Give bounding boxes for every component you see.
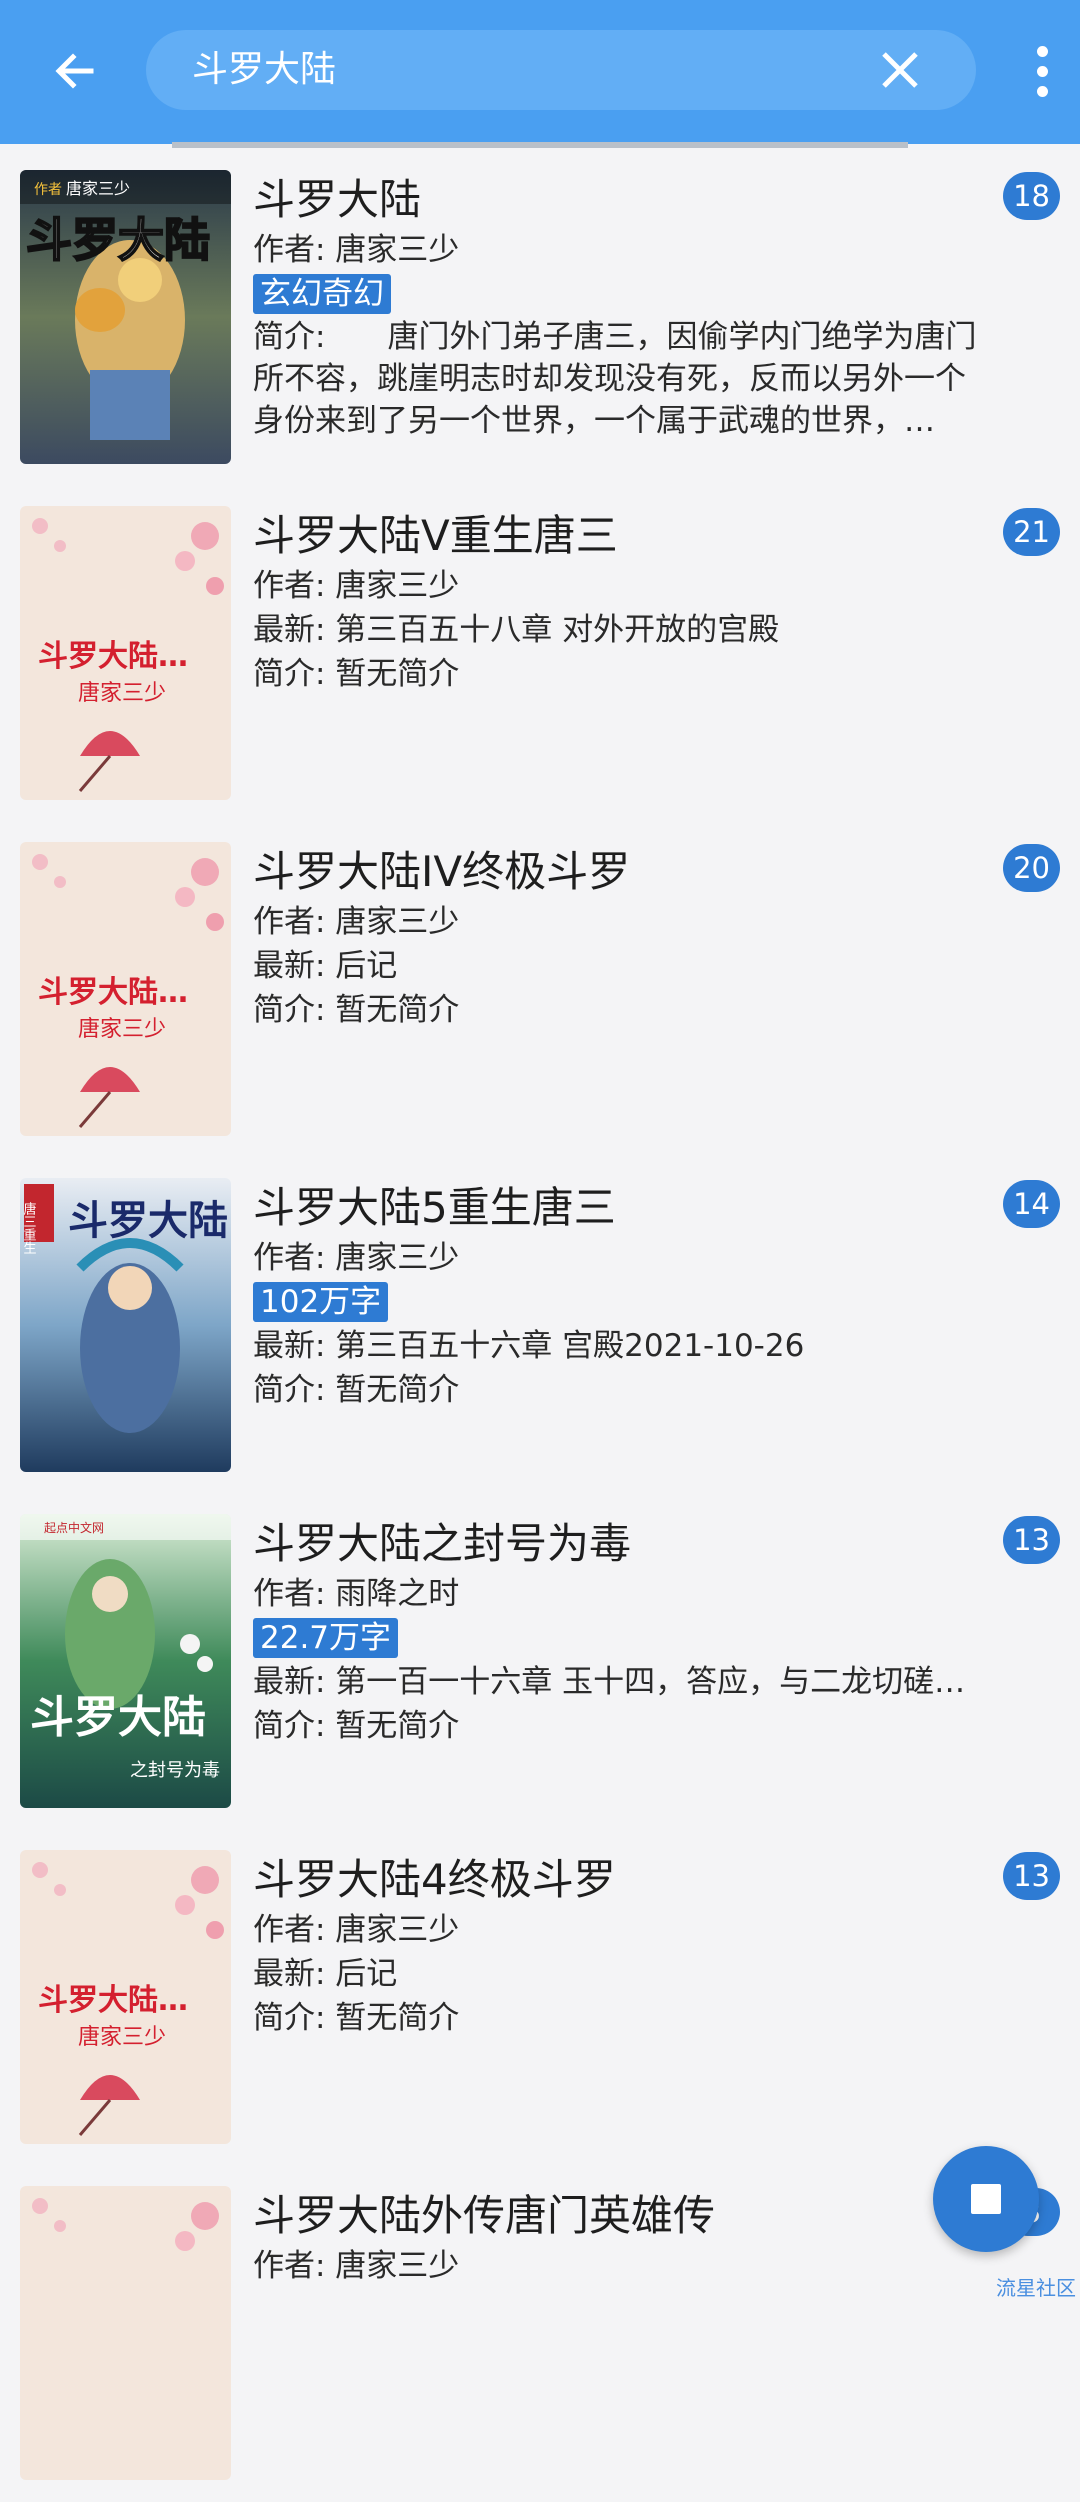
book-cover: 起点中文网 斗罗大陆 之封号为毒 xyxy=(20,1514,231,1808)
cover-title: 斗罗大陆… xyxy=(38,1983,188,2018)
source-count-badge: 14 xyxy=(1003,1180,1060,1228)
more-options-button[interactable] xyxy=(1022,36,1062,106)
book-title: 斗罗大陆5重生唐三 xyxy=(253,1183,616,1232)
cover-title: 斗罗大陆… xyxy=(38,639,188,674)
book-title: 斗罗大陆外传唐门英雄传 xyxy=(253,2191,716,2240)
close-icon xyxy=(882,52,918,88)
search-input[interactable]: 斗罗大陆 xyxy=(192,30,336,110)
book-latest-chapter: 最新: 第一百一十六章 玉十四，答应，与二龙切磋… xyxy=(253,1664,966,1700)
book-latest-chapter: 最新: 第三百五十六章 宫殿2021-10-26 xyxy=(253,1328,805,1364)
stop-search-button[interactable] xyxy=(933,2146,1039,2252)
back-button[interactable] xyxy=(40,36,110,106)
cover-title: 斗罗大陆… xyxy=(38,975,188,1010)
book-cover: 斗罗大陆… 唐家三少 xyxy=(20,1850,231,2144)
app-bar: 斗罗大陆 xyxy=(0,0,1080,144)
list-item[interactable]: 起点中文网 斗罗大陆 之封号为毒 斗罗大陆之封号为毒 作者: 雨降之时 22.7… xyxy=(0,1494,1080,1830)
cover-author-prefix: 作者 xyxy=(34,181,62,197)
book-intro: 简介: 暂无简介 xyxy=(253,2000,460,2036)
list-item[interactable]: 斗罗大陆外传唐门英雄传 作者: 唐家三少 3 xyxy=(0,2166,1080,2502)
list-item[interactable]: 斗罗大陆… 唐家三少 斗罗大陆4终极斗罗 作者: 唐家三少 最新: 后记 简介:… xyxy=(0,1830,1080,2166)
book-latest-chapter: 最新: 后记 xyxy=(253,1956,398,1992)
book-author: 作者: 雨降之时 xyxy=(253,1576,460,1612)
book-word-count-tag: 102万字 xyxy=(253,1282,389,1322)
book-word-count-tag: 22.7万字 xyxy=(253,1618,399,1658)
list-item[interactable]: 唐三重生 斗罗大陆 斗罗大陆5重生唐三 作者: 唐家三少 102万字 最新: 第… xyxy=(0,1158,1080,1494)
cover-subtitle: 之封号为毒 xyxy=(130,1760,220,1781)
book-intro: 简介: 暂无简介 xyxy=(253,1708,460,1744)
cover-author: 唐家三少 xyxy=(78,2025,166,2050)
book-intro: 简介: 暂无简介 xyxy=(253,1372,460,1408)
source-count-badge: 13 xyxy=(1003,1516,1060,1564)
source-count-badge: 21 xyxy=(1003,508,1060,556)
watermark: 流星社区 xyxy=(996,2276,1076,2300)
book-intro: 简介: 唐门外门弟子唐三，因偷学内门绝学为唐门所不容，跳崖明志时却发现没有死，反… xyxy=(253,319,977,439)
search-field[interactable]: 斗罗大陆 xyxy=(146,30,976,110)
book-intro: 简介: 暂无简介 xyxy=(253,992,460,1028)
book-cover: 斗罗大陆… 唐家三少 xyxy=(20,842,231,1136)
book-author: 作者: 唐家三少 xyxy=(253,1240,460,1276)
list-item[interactable]: 斗罗大陆… 唐家三少 斗罗大陆IV终极斗罗 作者: 唐家三少 最新: 后记 简介… xyxy=(0,822,1080,1158)
book-cover xyxy=(20,2186,231,2480)
book-latest-chapter: 最新: 后记 xyxy=(253,948,398,984)
list-item[interactable]: 斗罗大陆… 唐家三少 斗罗大陆V重生唐三 作者: 唐家三少 最新: 第三百五十八… xyxy=(0,486,1080,822)
book-author: 作者: 唐家三少 xyxy=(253,1912,460,1948)
book-cover: 斗罗大陆… 唐家三少 xyxy=(20,506,231,800)
book-title: 斗罗大陆之封号为毒 xyxy=(253,1519,632,1568)
book-cover: 唐家三少 作者 斗罗大陆 xyxy=(20,170,231,464)
book-cover: 唐三重生 斗罗大陆 xyxy=(20,1178,231,1472)
cover-publisher: 起点中文网 xyxy=(44,1520,104,1535)
book-author: 作者: 唐家三少 xyxy=(253,904,460,940)
book-latest-chapter: 最新: 第三百五十八章 对外开放的宫殿 xyxy=(253,612,780,648)
clear-search-button[interactable] xyxy=(874,44,926,96)
book-title: 斗罗大陆IV终极斗罗 xyxy=(253,847,631,896)
book-tag: 玄幻奇幻 xyxy=(253,274,391,314)
more-vertical-icon xyxy=(1036,45,1048,57)
book-intro: 简介: 暂无简介 xyxy=(253,656,460,692)
cover-title: 斗罗大陆 xyxy=(68,1198,228,1244)
loading-progress-bar xyxy=(172,142,908,148)
book-author: 作者: 唐家三少 xyxy=(253,568,460,604)
book-title: 斗罗大陆 xyxy=(253,175,422,224)
book-author: 作者: 唐家三少 xyxy=(253,232,460,268)
book-title: 斗罗大陆4终极斗罗 xyxy=(253,1855,616,1904)
cover-title: 斗罗大陆 xyxy=(26,213,210,267)
source-count-badge: 18 xyxy=(1003,172,1060,220)
source-count-badge: 13 xyxy=(1003,1852,1060,1900)
cover-title: 斗罗大陆 xyxy=(30,1692,206,1743)
cover-author: 唐家三少 xyxy=(78,1017,166,1042)
cover-author: 唐家三少 xyxy=(78,681,166,706)
book-author: 作者: 唐家三少 xyxy=(253,2248,460,2284)
cover-badge: 唐三重生 xyxy=(21,1201,37,1254)
arrow-left-icon xyxy=(55,53,94,89)
book-title: 斗罗大陆V重生唐三 xyxy=(253,511,618,560)
cover-author: 唐家三少 xyxy=(66,180,130,198)
source-count-badge: 20 xyxy=(1003,844,1060,892)
list-item[interactable]: 唐家三少 作者 斗罗大陆 斗罗大陆 作者: 唐家三少 玄幻奇幻 简介: 唐门外门… xyxy=(0,150,1080,486)
stop-icon xyxy=(971,2184,1001,2214)
